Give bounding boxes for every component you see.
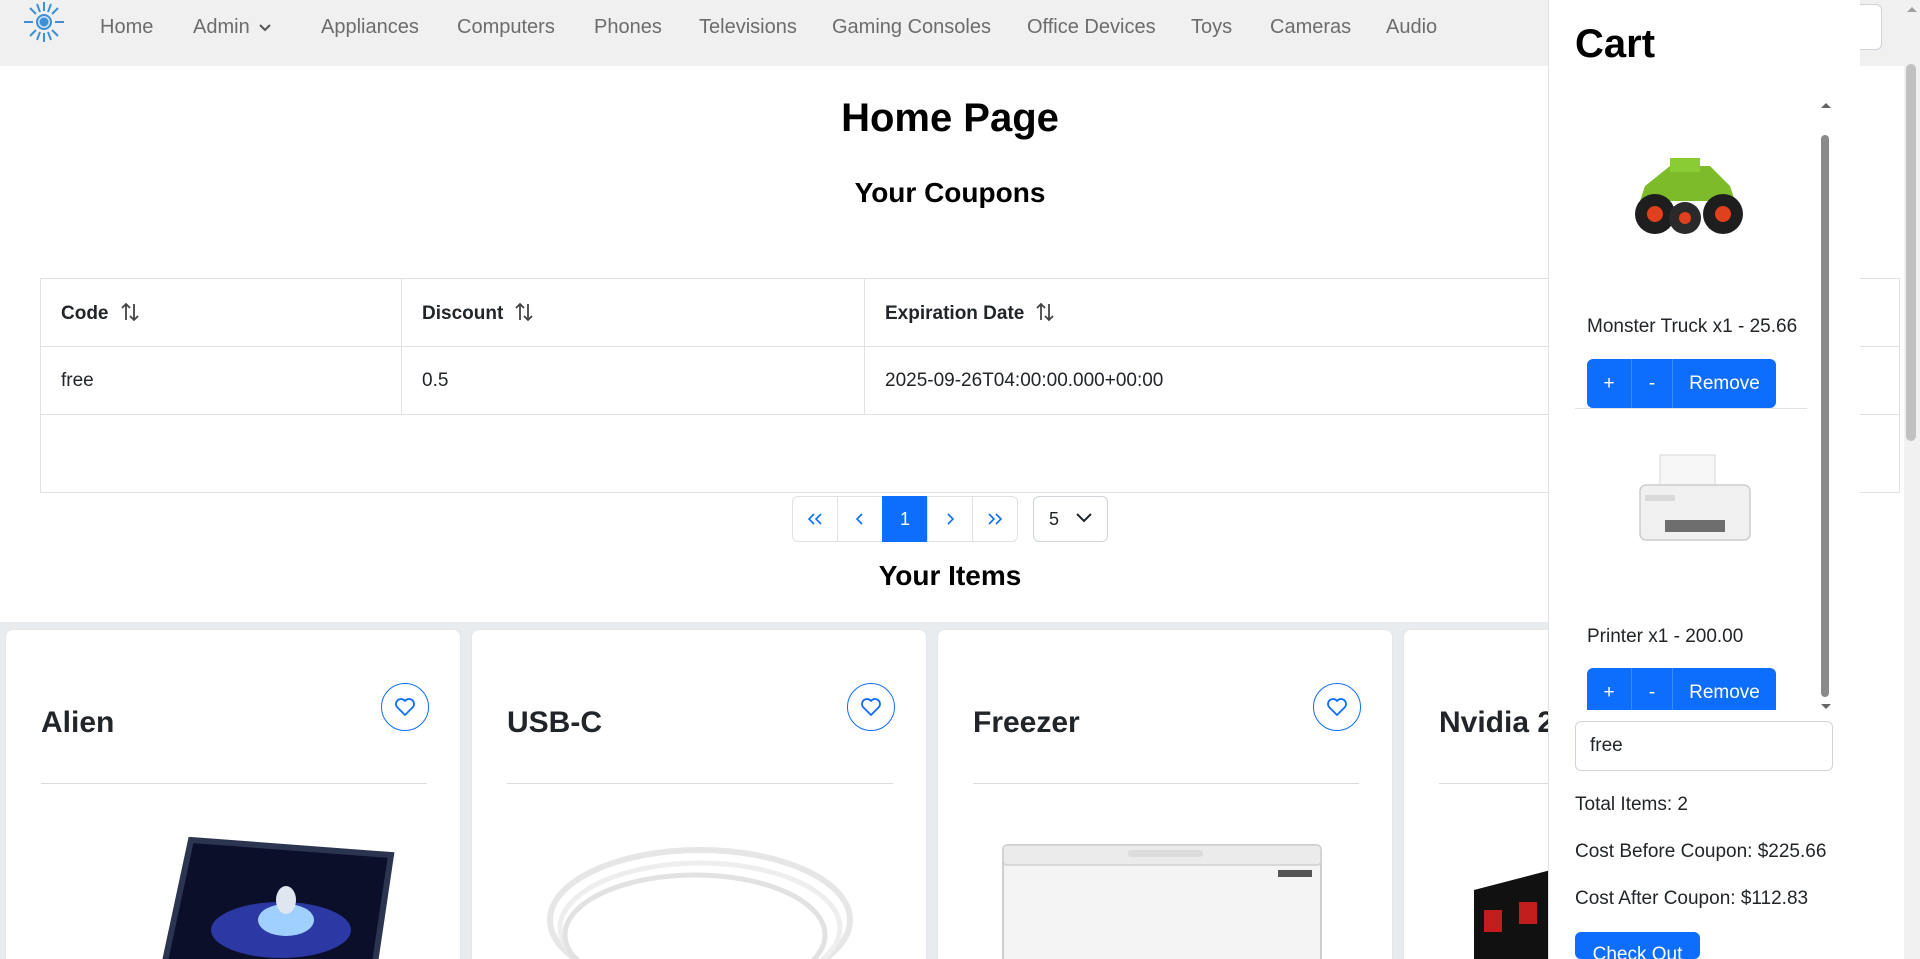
nav-computers[interactable]: Computers xyxy=(457,13,555,41)
product-card[interactable]: USB-C xyxy=(471,629,927,959)
page-scrollbar-thumb[interactable] xyxy=(1906,64,1916,441)
heart-icon xyxy=(861,698,881,716)
product-title: Nvidia 2 xyxy=(1439,706,1555,739)
total-items-text: Total Items: 2 xyxy=(1575,794,1688,815)
increase-quantity-button[interactable]: + xyxy=(1587,359,1632,408)
column-header-discount[interactable]: Discount xyxy=(401,278,865,347)
increase-quantity-button[interactable]: + xyxy=(1587,668,1632,710)
column-header-label: Discount xyxy=(422,302,504,324)
favorite-button[interactable] xyxy=(1313,683,1361,731)
cost-after-coupon-text: Cost After Coupon: $112.83 xyxy=(1575,888,1809,909)
column-header-code[interactable]: Code xyxy=(40,278,402,347)
nav-gaming-consoles[interactable]: Gaming Consoles xyxy=(832,13,991,41)
check-out-button[interactable]: Check Out xyxy=(1575,932,1700,959)
product-card[interactable]: Freezer xyxy=(937,629,1393,959)
cell-discount: 0.5 xyxy=(401,346,865,415)
cart-item-actions: + - Remove xyxy=(1587,359,1776,408)
pagination: 1 xyxy=(792,496,1018,542)
sort-icon[interactable] xyxy=(1034,301,1056,323)
heart-icon xyxy=(395,698,415,716)
product-title: Alien xyxy=(41,706,115,739)
cost-before-coupon-text: Cost Before Coupon: $225.66 xyxy=(1575,841,1827,862)
sort-icon[interactable] xyxy=(119,301,141,323)
page-button-1[interactable]: 1 xyxy=(882,496,928,542)
favorite-button[interactable] xyxy=(381,683,429,731)
page-size-select[interactable]: 5 xyxy=(1033,496,1108,542)
remove-item-button[interactable]: Remove xyxy=(1673,668,1776,710)
usb-c-cable-image xyxy=(547,847,853,959)
heart-icon xyxy=(1327,698,1347,716)
chevron-right-icon xyxy=(947,513,955,525)
prev-page-button[interactable] xyxy=(837,496,883,542)
sun-logo-icon[interactable] xyxy=(20,0,68,48)
nav-office-devices[interactable]: Office Devices xyxy=(1027,13,1156,41)
double-chevron-left-icon xyxy=(807,513,822,525)
nav-toys[interactable]: Toys xyxy=(1191,13,1232,41)
column-header-label: Expiration Date xyxy=(885,302,1025,324)
decrease-quantity-button[interactable]: - xyxy=(1632,359,1673,408)
nav-televisions[interactable]: Televisions xyxy=(699,13,797,41)
card-divider xyxy=(507,783,893,784)
sort-icon[interactable] xyxy=(513,301,535,323)
laptop-image xyxy=(162,836,395,959)
nav-phones[interactable]: Phones xyxy=(594,13,662,41)
nav-admin[interactable]: Admin xyxy=(193,13,272,41)
nav-cameras[interactable]: Cameras xyxy=(1270,13,1351,41)
coupon-code-input[interactable]: free xyxy=(1575,721,1833,771)
cart-item-list: Monster Truck x1 - 25.66 + - Remove Prin… xyxy=(1575,100,1825,710)
product-title: Freezer xyxy=(973,706,1080,739)
column-header-label: Code xyxy=(61,302,109,324)
page-size-value: 5 xyxy=(1049,509,1060,529)
chevron-down-icon xyxy=(1076,513,1092,523)
remove-item-button[interactable]: Remove xyxy=(1673,359,1776,408)
product-title: USB-C xyxy=(507,706,602,739)
card-divider xyxy=(973,783,1359,784)
chevron-left-icon xyxy=(855,513,863,525)
cart-item-divider xyxy=(1575,408,1807,409)
freezer-image xyxy=(1002,844,1322,959)
last-page-button[interactable] xyxy=(972,496,1018,542)
double-chevron-right-icon xyxy=(988,513,1003,525)
cell-code: free xyxy=(40,346,402,415)
chevron-down-icon xyxy=(258,24,271,32)
next-page-button[interactable] xyxy=(927,496,973,542)
nav-home[interactable]: Home xyxy=(100,13,153,41)
nav-search-input-edge[interactable] xyxy=(1860,4,1882,50)
cart-title: Cart xyxy=(1575,22,1656,66)
cart-item-label: Printer x1 - 200.00 xyxy=(1587,626,1744,647)
favorite-button[interactable] xyxy=(847,683,895,731)
cart-panel: Cart Monster Truck x1 - 25.66 + - Remove xyxy=(1548,0,1860,959)
nav-appliances[interactable]: Appliances xyxy=(321,13,419,41)
monster-truck-image xyxy=(1635,158,1743,234)
card-divider xyxy=(41,783,427,784)
first-page-button[interactable] xyxy=(792,496,838,542)
cart-item-actions: + - Remove xyxy=(1587,668,1776,710)
product-card[interactable]: Alien xyxy=(5,629,461,959)
cart-item-label: Monster Truck x1 - 25.66 xyxy=(1587,316,1798,337)
printer-image xyxy=(1639,454,1751,541)
scroll-up-icon[interactable] xyxy=(1906,4,1918,14)
nav-admin-label: Admin xyxy=(193,16,250,38)
decrease-quantity-button[interactable]: - xyxy=(1632,668,1673,710)
nav-audio[interactable]: Audio xyxy=(1386,13,1437,41)
